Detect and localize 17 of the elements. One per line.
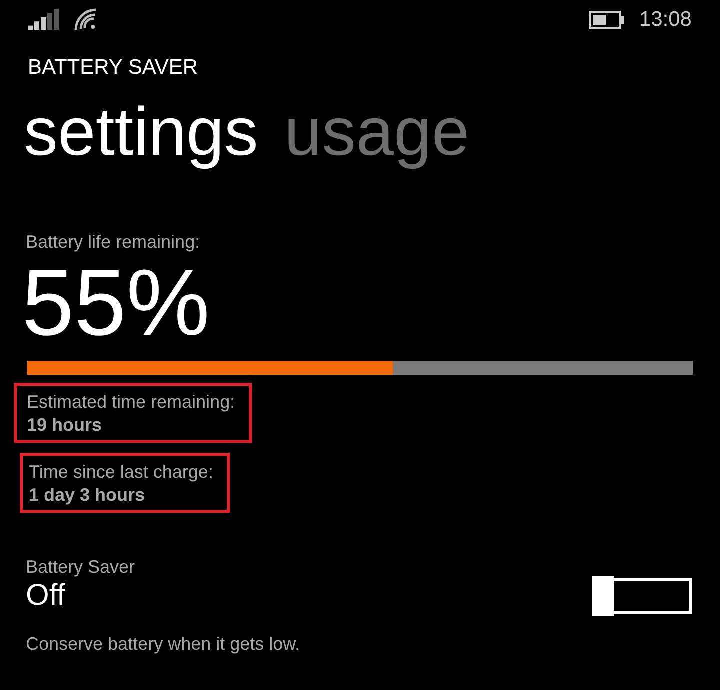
- signal-strength-icon: [28, 8, 60, 32]
- battery-percent: 55%: [21, 253, 212, 353]
- battery-saver-description: Conserve battery when it gets low.: [25, 634, 302, 655]
- battery-life-label: Battery life remaining:: [25, 232, 202, 253]
- pivot-tab[interactable]: settings: [24, 93, 258, 171]
- toggle-state-text: Off: [26, 579, 66, 613]
- app-title: BATTERY SAVER: [27, 55, 199, 80]
- battery-saver-label: Battery Saver: [25, 557, 136, 578]
- battery-saver-toggle[interactable]: [592, 578, 692, 614]
- clock-time: 13:08: [639, 8, 692, 32]
- info-label: Estimated time remaining:: [27, 392, 236, 413]
- info-label: Time since last charge:: [29, 462, 214, 483]
- battery-icon: [589, 11, 626, 29]
- info-value: 19 hours: [27, 415, 104, 436]
- info-value: 1 day 3 hours: [29, 485, 146, 506]
- wifi-icon: [74, 8, 98, 32]
- pivot-tab[interactable]: usage: [284, 93, 470, 171]
